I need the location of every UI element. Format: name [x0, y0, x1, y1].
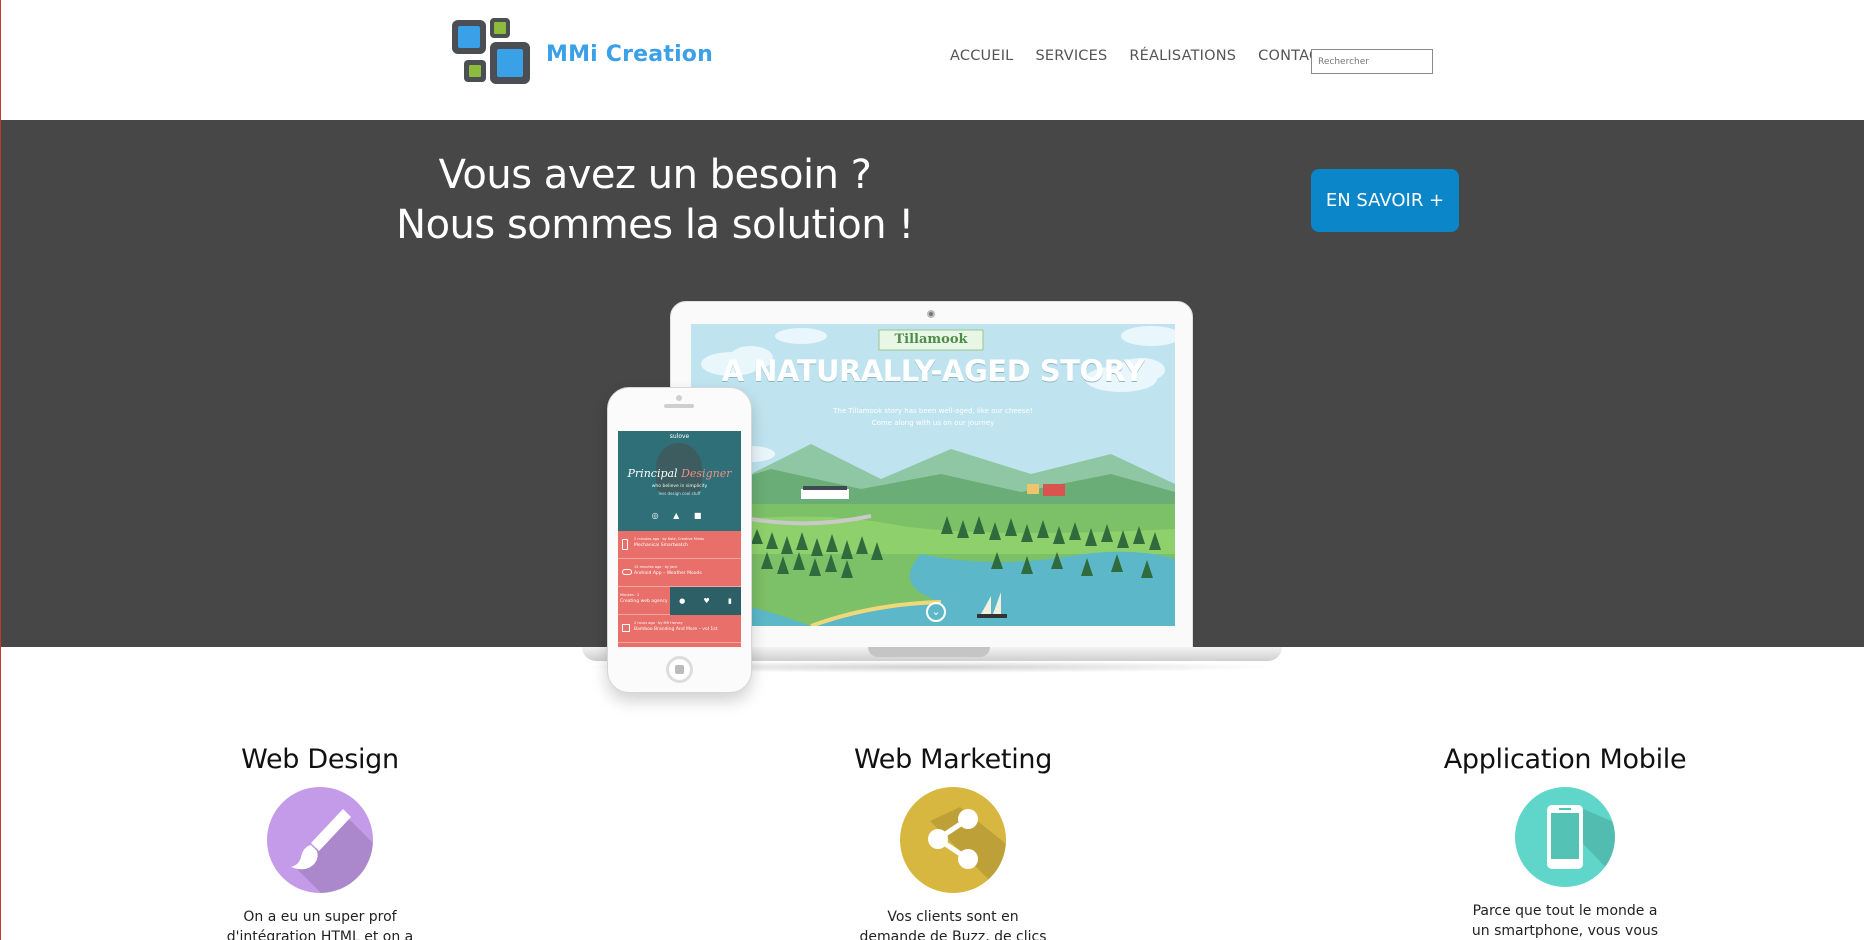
heart-icon[interactable]: ♥ — [703, 597, 709, 605]
laptop-subline1: The Tillamook story has been well-aged, … — [833, 407, 1033, 415]
hero-title-line1: Vous avez un besoin ? — [438, 152, 872, 198]
laptop-subline2: Come along with us on our journey — [871, 419, 995, 427]
list-item-text: Creating web agency — [620, 599, 668, 604]
phone-social-icons: ◎ ▲ ■ — [651, 511, 708, 520]
service-text: Vos clients sont en demande de Buzz, de … — [859, 909, 1047, 940]
list-item[interactable]: 2 hours ago · by MR Harvey Bamboo Brandi… — [618, 615, 741, 643]
share-icon[interactable] — [900, 787, 1006, 893]
paintbrush-glyph — [291, 809, 373, 893]
service-web-marketing: Web Marketing Vos clients sont en demand… — [793, 744, 1113, 940]
phone-home-button — [666, 656, 693, 683]
paintbrush-icon[interactable] — [267, 787, 373, 893]
laptop-brand: Tillamook — [894, 332, 968, 347]
service-title: Application Mobile — [1443, 744, 1687, 775]
list-item-meta: 2 minutes ago · by Kate, Creative Minds — [634, 537, 705, 541]
list-item-meta: 2 hours ago · by MR Harvey — [634, 621, 683, 625]
phone-camera — [676, 395, 682, 401]
nav-item-realisations[interactable]: RÉALISATIONS — [1129, 48, 1236, 64]
phone-speaker — [664, 404, 694, 408]
phone-tagline: who believe in simplicity — [651, 484, 708, 489]
phone-tagline2: less design cool stuff — [658, 491, 701, 496]
phone-app-name: sulove — [669, 433, 690, 440]
list-item-text: Mechanical Smartwatch — [634, 543, 688, 548]
smartphone-glyph — [1547, 805, 1615, 877]
squares-logo-icon[interactable] — [450, 16, 532, 88]
nav-item-accueil[interactable]: ACCUEIL — [950, 48, 1013, 64]
list-item[interactable]: 2 minutes ago · by Kate, Creative Minds … — [618, 531, 741, 559]
phone-row-icon — [622, 569, 632, 575]
phone-row-icon — [622, 539, 628, 550]
service-text: On a eu un super prof d'intégration HTML… — [226, 909, 414, 940]
phone-action-bar: ● ♥ ▮ — [670, 587, 741, 615]
service-title: Web Design — [241, 744, 399, 775]
laptop-camera — [927, 310, 935, 318]
page-edge-line — [0, 0, 1, 940]
phone-list: 2 minutes ago · by Kate, Creative Minds … — [618, 531, 741, 643]
service-title: Web Marketing — [853, 744, 1053, 775]
hero-title: Vous avez un besoin ? Nous sommes la sol… — [355, 150, 955, 250]
list-item-meta: 15 minutes ago · by Jack — [634, 565, 678, 569]
phone-hero: sulove Principal Designer who believe in… — [618, 431, 741, 531]
list-item-text: Android App – Weather Moods — [634, 571, 702, 576]
smartphone-icon[interactable] — [1515, 787, 1615, 887]
phone-headline-b: Designer — [681, 467, 732, 480]
service-text: Parce que tout le monde a un smartphone,… — [1471, 903, 1659, 939]
service-application-mobile: Application Mobile Parce que tout le mon… — [1405, 744, 1725, 940]
nav-item-services[interactable]: SERVICES — [1035, 48, 1107, 64]
phone-headline-a: Principal — [627, 467, 678, 480]
list-item-text: Bamboo Branding And More – vol 1st — [634, 627, 718, 632]
list-item[interactable]: 15 minutes ago · by Jack Android App – W… — [618, 559, 741, 587]
phone-headline: Principal Designer — [618, 467, 741, 480]
site-header: MMi Creation ACCUEIL SERVICES RÉALISATIO… — [0, 0, 1864, 120]
service-web-design: Web Design On a eu un super prof d'intég… — [160, 744, 480, 940]
chevron-down-circle-icon[interactable]: ⌄ — [926, 602, 946, 622]
phone-screen: sulove Principal Designer who believe in… — [618, 431, 741, 647]
learn-more-button[interactable]: EN SAVOIR + — [1311, 169, 1459, 232]
brand-name[interactable]: MMi Creation — [546, 42, 713, 67]
share-glyph — [928, 807, 1006, 893]
laptop-screen: Tillamook A NATURALLY-AGED STORY The Til… — [691, 324, 1175, 626]
phone-mockup: sulove Principal Designer who believe in… — [607, 387, 752, 693]
list-item-meta: Minutes · 2 — [620, 593, 640, 597]
list-item[interactable]: Minutes · 2 Creating web agency ● ♥ ▮ — [618, 587, 741, 615]
laptop-notch — [868, 647, 990, 657]
phone-row-icon — [622, 624, 630, 632]
main-nav: ACCUEIL SERVICES RÉALISATIONS CONTACT — [950, 48, 1350, 64]
search-input[interactable] — [1311, 49, 1433, 74]
hero-title-line2: Nous sommes la solution ! — [396, 202, 914, 248]
eye-icon[interactable]: ● — [679, 597, 685, 605]
trash-icon[interactable]: ▮ — [728, 597, 732, 605]
laptop-headline: A NATURALLY-AGED STORY — [721, 354, 1145, 388]
